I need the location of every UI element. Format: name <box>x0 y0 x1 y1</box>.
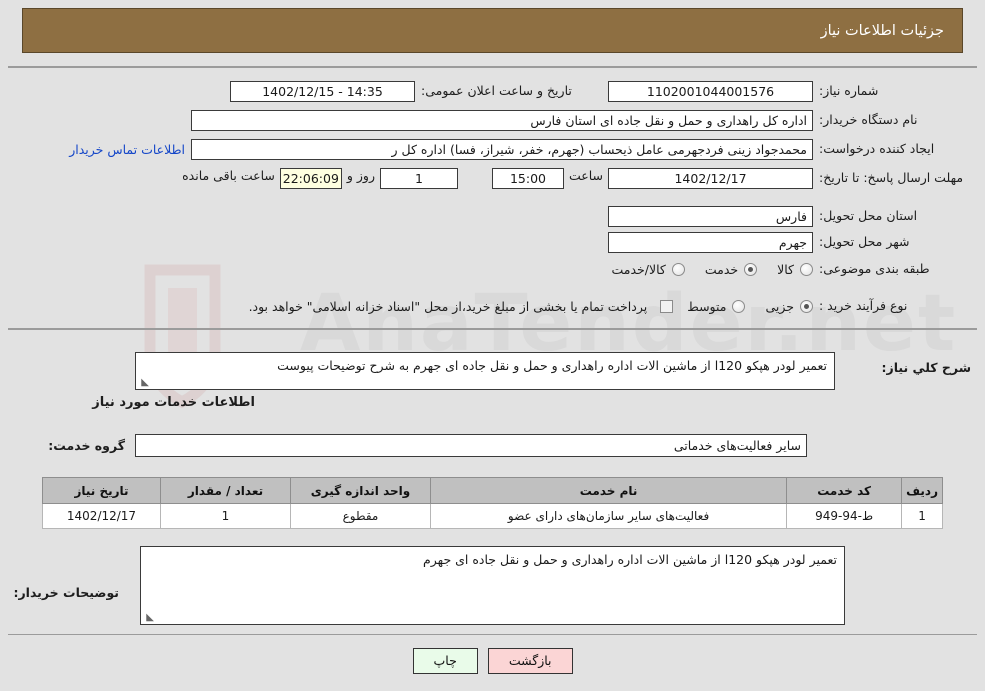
process-label: نوع فرآیند خرید : <box>819 298 908 313</box>
description-label: شرح کلي نياز: <box>881 360 971 375</box>
city-label: شهر محل تحویل: <box>819 234 910 250</box>
print-button[interactable]: چاپ <box>412 648 478 674</box>
deadline-row: مهلت ارسال پاسخ: تا تاریخ: 1402/12/17 سا… <box>177 168 973 189</box>
buyer-notes-textarea[interactable]: تعمیر لودر هپکو l120 از ماشین الات اداره… <box>140 546 845 625</box>
action-button-bar: بازگشت چاپ <box>0 648 985 674</box>
remaining-days-value: 1 <box>379 168 458 189</box>
deadline-label: مهلت ارسال پاسخ: تا تاریخ: <box>819 170 964 185</box>
cell-date: 1402/12/17 <box>42 503 161 529</box>
treasury-note: پرداخت تمام یا بخشی از مبلغ خرید،از محل … <box>248 298 648 314</box>
col-unit: واحد اندازه گیری <box>290 477 431 504</box>
radio-kala[interactable] <box>800 262 813 276</box>
creator-row: ایجاد کننده درخواست: محمدجواد زینی فردجه… <box>63 139 973 160</box>
radio-jozei[interactable] <box>800 299 813 313</box>
services-table: ردیف کد خدمت نام خدمت واحد اندازه گیری ت… <box>42 477 943 529</box>
resize-grip-icon-2[interactable]: ◣ <box>144 613 154 623</box>
deadline-hour-value: 15:00 <box>491 168 564 189</box>
deadline-hour-label: ساعت <box>568 168 603 183</box>
cell-code: ط-94-949 <box>786 503 903 529</box>
col-date: تاریخ نیاز <box>42 477 161 504</box>
resize-grip-icon[interactable]: ◣ <box>139 378 149 388</box>
announce-label: تاریخ و ساعت اعلان عمومی: <box>421 83 572 99</box>
need-number-row: شماره نیاز: 1102001044001576 <box>608 81 973 102</box>
city-value: جهرم <box>608 232 813 253</box>
radio-kala-khedmat[interactable] <box>671 262 685 276</box>
service-group-label: گروه خدمت: <box>48 438 125 453</box>
page-root: AnaTender.net جزئیات اطلاعات نیاز شماره … <box>0 0 985 691</box>
category-radio-group[interactable]: کالا خدمت کالا/خدمت <box>597 262 813 277</box>
col-radif: ردیف <box>901 477 943 504</box>
description-value: تعمیر لودر هپکو l120 از ماشین الات اداره… <box>277 358 827 373</box>
buyer-org-value: اداره کل راهداری و حمل و نقل جاده ای است… <box>191 110 813 131</box>
cell-unit: مقطوع <box>290 503 431 529</box>
announce-value: 14:35 - 1402/12/15 <box>230 81 415 102</box>
buyer-notes-value: تعمیر لودر هپکو l120 از ماشین الات اداره… <box>423 552 837 567</box>
page-header: جزئیات اطلاعات نیاز <box>22 8 963 53</box>
page-title: جزئیات اطلاعات نیاز <box>820 22 944 39</box>
countdown-value: 22:06:09 <box>279 168 342 189</box>
process-radio-group[interactable]: جزیی متوسط <box>673 299 813 314</box>
description-textarea[interactable]: تعمیر لودر هپکو l120 از ماشین الات اداره… <box>135 352 835 390</box>
buyer-org-label: نام دستگاه خریدار: <box>819 112 918 128</box>
need-number-value: 1102001044001576 <box>608 81 813 102</box>
back-button[interactable]: بازگشت <box>487 648 573 674</box>
radio-kala-khedmat-label: کالا/خدمت <box>611 261 666 277</box>
need-number-label: شماره نیاز: <box>819 83 879 99</box>
radio-motevaset-label: متوسط <box>687 298 727 314</box>
process-row: نوع فرآیند خرید : جزیی متوسط پرداخت تمام… <box>244 298 973 315</box>
cell-qty: 1 <box>160 503 291 529</box>
radio-kala-label: کالا <box>777 261 794 277</box>
creator-value: محمدجواد زینی فردجهرمی عامل ذیحساب (جهرم… <box>191 139 813 160</box>
province-value: فارس <box>608 206 813 227</box>
table-header-row: ردیف کد خدمت نام خدمت واحد اندازه گیری ت… <box>42 477 943 504</box>
treasury-checkbox[interactable] <box>660 299 674 313</box>
province-label: استان محل تحویل: <box>819 208 918 224</box>
creator-label: ایجاد کننده درخواست: <box>819 141 935 157</box>
service-group-value: سایر فعالیت‌های خدماتی <box>135 434 807 457</box>
radio-motevaset[interactable] <box>732 299 746 313</box>
radio-khedmat[interactable] <box>744 262 758 276</box>
col-qty: تعداد / مقدار <box>160 477 291 504</box>
table-row: 1 ط-94-949 فعالیت‌های سایر سازمان‌های دا… <box>42 503 943 529</box>
buyer-notes-label: توضیحات خریدار: <box>13 585 119 600</box>
col-name: نام خدمت <box>429 477 788 504</box>
deadline-date: 1402/12/17 <box>608 168 813 189</box>
category-row: طبقه بندی موضوعی: کالا خدمت کالا/خدمت <box>597 261 973 278</box>
province-row: استان محل تحویل: فارس <box>608 206 973 227</box>
radio-khedmat-label: خدمت <box>704 261 739 277</box>
remaining-hours-label: ساعت باقی مانده <box>182 168 275 183</box>
buyer-org-row: نام دستگاه خریدار: اداره کل راهداری و حم… <box>191 110 973 131</box>
col-code: کد خدمت <box>786 477 903 504</box>
services-heading: اطلاعات خدمات مورد نیاز <box>92 395 255 410</box>
category-label: طبقه بندی موضوعی: <box>819 261 930 276</box>
remaining-days-label: روز و <box>346 168 375 183</box>
radio-jozei-label: جزیی <box>765 298 794 314</box>
city-row: شهر محل تحویل: جهرم <box>608 232 973 253</box>
buyer-contact-link[interactable]: اطلاعات تماس خریدار <box>63 142 191 157</box>
need-info-panel <box>8 66 977 329</box>
cell-name: فعالیت‌های سایر سازمان‌های دارای عضو <box>429 503 788 529</box>
announce-row: تاریخ و ساعت اعلان عمومی: 14:35 - 1402/1… <box>230 81 595 102</box>
cell-radif: 1 <box>901 503 943 529</box>
